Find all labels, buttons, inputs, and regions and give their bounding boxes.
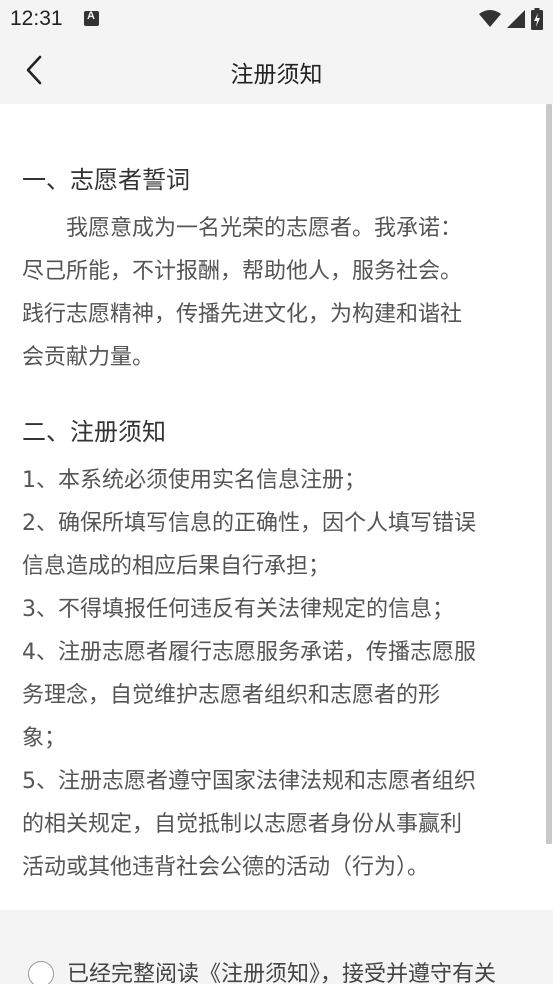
notice-line: 活动或其他违背社会公德的活动（行为）。	[22, 855, 430, 880]
pledge-line: 尽己所能，不计报酬，帮助他人，服务社会。	[22, 259, 463, 284]
notice-line: 象；	[22, 726, 67, 751]
notice-line: 3、不得填报任何违反有关法律规定的信息；	[22, 597, 454, 622]
scrollbar[interactable]	[546, 104, 552, 844]
pledge-line: 我愿意成为一名光荣的志愿者。我承诺：	[22, 216, 463, 241]
signal-icon	[507, 10, 525, 28]
agreement-text[interactable]: 已经完整阅读《注册须知》，接受并遵守有关	[67, 956, 496, 984]
notification-a-icon	[84, 10, 99, 26]
agree-radio[interactable]	[28, 961, 54, 984]
page-title: 注册须知	[230, 62, 323, 88]
notice-content[interactable]: 一、志愿者誓词 我愿意成为一名光荣的志愿者。我承诺： 尽己所能，不计报酬，帮助他…	[0, 104, 553, 910]
pledge-heading: 一、志愿者誓词	[22, 166, 190, 194]
notice-line: 信息造成的相应后果自行承担；	[22, 554, 331, 579]
pledge-line: 践行志愿精神，传播先进文化，为构建和谐社	[22, 302, 463, 327]
pledge-line: 会贡献力量。	[22, 345, 155, 370]
status-bar: 12:31	[0, 0, 553, 38]
status-icons	[479, 8, 543, 30]
app-header: 注册须知	[0, 38, 553, 104]
notice-line: 务理念，自觉维护志愿者组织和志愿者的形	[22, 683, 441, 708]
agreement-row: 已经完整阅读《注册须知》，接受并遵守有关	[0, 910, 553, 984]
wifi-icon	[479, 10, 501, 27]
notice-line: 的相关规定，自觉抵制以志愿者身份从事赢利	[22, 812, 463, 837]
notice-line: 4、注册志愿者履行志愿服务承诺，传播志愿服	[22, 640, 476, 665]
notice-line: 2、确保所填写信息的正确性，因个人填写错误	[22, 511, 476, 536]
notice-text: 1、本系统必须使用实名信息注册； 2、确保所填写信息的正确性，因个人填写错误 信…	[22, 459, 542, 889]
notice-line: 1、本系统必须使用实名信息注册；	[22, 468, 366, 493]
pledge-text: 我愿意成为一名光荣的志愿者。我承诺： 尽己所能，不计报酬，帮助他人，服务社会。 …	[22, 207, 542, 379]
battery-charging-icon	[531, 8, 543, 30]
notice-heading: 二、注册须知	[22, 418, 166, 446]
status-time: 12:31	[10, 7, 63, 30]
notice-line: 5、注册志愿者遵守国家法律法规和志愿者组织	[22, 769, 476, 794]
